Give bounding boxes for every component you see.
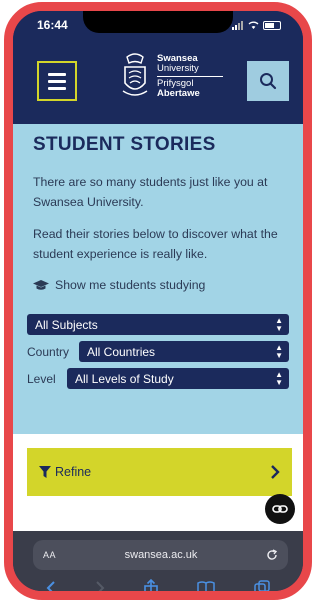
select-chevron-icon: ▲ ▼ <box>275 342 283 360</box>
country-select[interactable]: All Countries ▲ ▼ <box>79 341 289 362</box>
reload-icon[interactable] <box>266 549 278 561</box>
country-label: Country <box>27 344 70 359</box>
logo-line1: Swansea <box>157 52 198 64</box>
refine-label-group: Refine <box>39 465 91 479</box>
intro-text-2: Read their stories below to discover wha… <box>33 227 278 261</box>
reader-aa-button[interactable]: AA <box>43 550 56 560</box>
chevron-right-icon <box>271 465 280 479</box>
logo-text: Swansea University Prifysgol Abertawe <box>157 52 223 99</box>
link-fab-button[interactable] <box>265 494 295 524</box>
page-title: STUDENT STORIES <box>33 134 216 155</box>
notch <box>83 11 233 33</box>
subjects-row: All Subjects ▲ ▼ <box>27 314 289 335</box>
level-select[interactable]: All Levels of Study ▲ ▼ <box>67 368 289 389</box>
refine-label: Refine <box>55 465 92 479</box>
show-me-label: Show me students studying <box>33 278 289 292</box>
signal-icon <box>232 20 243 30</box>
menu-button[interactable] <box>37 61 77 101</box>
university-logo[interactable]: Swansea University Prifysgol Abertawe <box>119 51 223 101</box>
logo-line2: University <box>157 62 199 74</box>
back-icon[interactable] <box>46 580 56 591</box>
browser-toolbar: AA swansea.ac.uk <box>13 531 303 591</box>
country-value: All Countries <box>87 344 156 359</box>
filter-funnel-icon <box>39 466 51 478</box>
level-label: Level <box>27 371 56 386</box>
level-value: All Levels of Study <box>75 371 174 386</box>
browser-nav-icons <box>13 577 303 591</box>
show-me-text: Show me students studying <box>55 278 206 292</box>
menu-bar <box>48 72 66 76</box>
forward-icon[interactable] <box>95 580 105 591</box>
bookmarks-icon[interactable] <box>197 581 216 591</box>
url-text: swansea.ac.uk <box>124 549 198 561</box>
level-row: Level All Levels of Study ▲ ▼ <box>27 368 289 389</box>
link-icon <box>272 505 288 513</box>
select-chevron-icon: ▲ ▼ <box>275 369 283 387</box>
tabs-icon[interactable] <box>254 580 270 591</box>
status-icons <box>232 20 281 30</box>
intro-text-1: There are so many students just like you… <box>33 175 268 209</box>
logo-line4: Abertawe <box>157 87 200 99</box>
search-icon <box>260 73 277 90</box>
site-header: Swansea University Prifysgol Abertawe <box>13 39 303 124</box>
wifi-icon <box>248 21 259 29</box>
phone-frame: 16:44 Swansea University Prifysgol Abert… <box>4 2 312 600</box>
select-chevron-icon: ▲ ▼ <box>275 315 283 333</box>
refine-button[interactable]: Refine <box>27 448 292 496</box>
menu-bar <box>48 86 66 90</box>
battery-icon <box>263 20 281 30</box>
search-button[interactable] <box>247 61 289 101</box>
logo-line3: Prifysgol <box>157 77 194 89</box>
share-icon[interactable] <box>143 579 159 591</box>
address-bar[interactable]: AA swansea.ac.uk <box>33 540 288 570</box>
screen: 16:44 Swansea University Prifysgol Abert… <box>13 11 303 591</box>
results-area: Refine <box>13 434 303 544</box>
menu-bar <box>48 79 66 83</box>
graduation-cap-icon <box>33 279 49 290</box>
student-stories-section: STUDENT STORIES There are so many studen… <box>13 124 303 434</box>
subjects-select[interactable]: All Subjects ▲ ▼ <box>27 314 289 335</box>
subjects-value: All Subjects <box>35 317 98 332</box>
dragon-crest-icon <box>122 53 148 96</box>
status-time: 16:44 <box>37 18 68 32</box>
logo-divider <box>157 75 223 77</box>
country-row: Country All Countries ▲ ▼ <box>27 341 289 362</box>
status-bar: 16:44 <box>13 11 303 39</box>
